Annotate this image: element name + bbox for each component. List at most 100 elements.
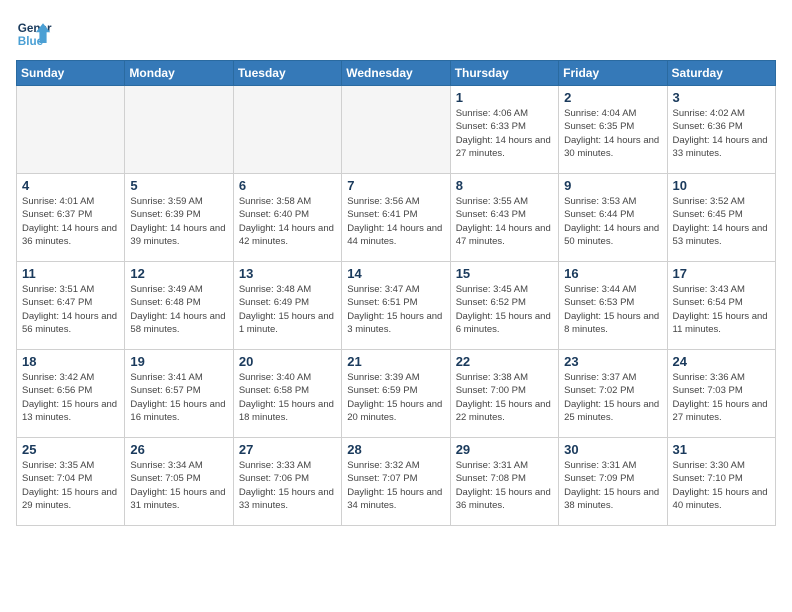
day-info: Sunrise: 3:35 AM Sunset: 7:04 PM Dayligh…: [22, 459, 119, 512]
day-info: Sunrise: 3:52 AM Sunset: 6:45 PM Dayligh…: [673, 195, 770, 248]
day-number: 14: [347, 266, 444, 281]
calendar-cell: 1 Sunrise: 4:06 AM Sunset: 6:33 PM Dayli…: [450, 86, 558, 174]
day-number: 7: [347, 178, 444, 193]
day-info: Sunrise: 3:32 AM Sunset: 7:07 PM Dayligh…: [347, 459, 444, 512]
weekday-header-saturday: Saturday: [667, 61, 775, 86]
day-number: 5: [130, 178, 227, 193]
day-info: Sunrise: 3:37 AM Sunset: 7:02 PM Dayligh…: [564, 371, 661, 424]
day-number: 3: [673, 90, 770, 105]
calendar-cell: 12 Sunrise: 3:49 AM Sunset: 6:48 PM Dayl…: [125, 262, 233, 350]
calendar-cell: 14 Sunrise: 3:47 AM Sunset: 6:51 PM Dayl…: [342, 262, 450, 350]
day-info: Sunrise: 4:06 AM Sunset: 6:33 PM Dayligh…: [456, 107, 553, 160]
day-info: Sunrise: 3:45 AM Sunset: 6:52 PM Dayligh…: [456, 283, 553, 336]
day-info: Sunrise: 3:41 AM Sunset: 6:57 PM Dayligh…: [130, 371, 227, 424]
weekday-header-thursday: Thursday: [450, 61, 558, 86]
weekday-header-sunday: Sunday: [17, 61, 125, 86]
day-info: Sunrise: 3:47 AM Sunset: 6:51 PM Dayligh…: [347, 283, 444, 336]
weekday-header-friday: Friday: [559, 61, 667, 86]
day-number: 20: [239, 354, 336, 369]
calendar-cell: 5 Sunrise: 3:59 AM Sunset: 6:39 PM Dayli…: [125, 174, 233, 262]
calendar-cell: 9 Sunrise: 3:53 AM Sunset: 6:44 PM Dayli…: [559, 174, 667, 262]
calendar-cell: [342, 86, 450, 174]
day-number: 17: [673, 266, 770, 281]
calendar-cell: 8 Sunrise: 3:55 AM Sunset: 6:43 PM Dayli…: [450, 174, 558, 262]
day-number: 28: [347, 442, 444, 457]
day-info: Sunrise: 3:44 AM Sunset: 6:53 PM Dayligh…: [564, 283, 661, 336]
day-info: Sunrise: 3:31 AM Sunset: 7:08 PM Dayligh…: [456, 459, 553, 512]
day-number: 30: [564, 442, 661, 457]
day-number: 26: [130, 442, 227, 457]
calendar-cell: [125, 86, 233, 174]
day-info: Sunrise: 3:43 AM Sunset: 6:54 PM Dayligh…: [673, 283, 770, 336]
day-info: Sunrise: 4:02 AM Sunset: 6:36 PM Dayligh…: [673, 107, 770, 160]
day-info: Sunrise: 3:56 AM Sunset: 6:41 PM Dayligh…: [347, 195, 444, 248]
calendar-cell: 13 Sunrise: 3:48 AM Sunset: 6:49 PM Dayl…: [233, 262, 341, 350]
calendar-cell: 21 Sunrise: 3:39 AM Sunset: 6:59 PM Dayl…: [342, 350, 450, 438]
day-info: Sunrise: 3:33 AM Sunset: 7:06 PM Dayligh…: [239, 459, 336, 512]
day-number: 11: [22, 266, 119, 281]
calendar-cell: 23 Sunrise: 3:37 AM Sunset: 7:02 PM Dayl…: [559, 350, 667, 438]
day-number: 21: [347, 354, 444, 369]
calendar-week-5: 25 Sunrise: 3:35 AM Sunset: 7:04 PM Dayl…: [17, 438, 776, 526]
day-info: Sunrise: 3:30 AM Sunset: 7:10 PM Dayligh…: [673, 459, 770, 512]
calendar-cell: 15 Sunrise: 3:45 AM Sunset: 6:52 PM Dayl…: [450, 262, 558, 350]
calendar-cell: 16 Sunrise: 3:44 AM Sunset: 6:53 PM Dayl…: [559, 262, 667, 350]
day-info: Sunrise: 3:58 AM Sunset: 6:40 PM Dayligh…: [239, 195, 336, 248]
day-info: Sunrise: 3:42 AM Sunset: 6:56 PM Dayligh…: [22, 371, 119, 424]
calendar-week-4: 18 Sunrise: 3:42 AM Sunset: 6:56 PM Dayl…: [17, 350, 776, 438]
calendar-cell: 19 Sunrise: 3:41 AM Sunset: 6:57 PM Dayl…: [125, 350, 233, 438]
day-info: Sunrise: 3:48 AM Sunset: 6:49 PM Dayligh…: [239, 283, 336, 336]
day-info: Sunrise: 3:31 AM Sunset: 7:09 PM Dayligh…: [564, 459, 661, 512]
calendar-cell: 6 Sunrise: 3:58 AM Sunset: 6:40 PM Dayli…: [233, 174, 341, 262]
logo-icon: General Blue: [16, 16, 52, 52]
day-number: 12: [130, 266, 227, 281]
day-info: Sunrise: 3:36 AM Sunset: 7:03 PM Dayligh…: [673, 371, 770, 424]
weekday-header-monday: Monday: [125, 61, 233, 86]
calendar-cell: 3 Sunrise: 4:02 AM Sunset: 6:36 PM Dayli…: [667, 86, 775, 174]
page-header: General Blue: [16, 16, 776, 52]
calendar-week-3: 11 Sunrise: 3:51 AM Sunset: 6:47 PM Dayl…: [17, 262, 776, 350]
calendar-cell: 11 Sunrise: 3:51 AM Sunset: 6:47 PM Dayl…: [17, 262, 125, 350]
calendar-cell: 22 Sunrise: 3:38 AM Sunset: 7:00 PM Dayl…: [450, 350, 558, 438]
day-number: 27: [239, 442, 336, 457]
calendar-week-1: 1 Sunrise: 4:06 AM Sunset: 6:33 PM Dayli…: [17, 86, 776, 174]
day-number: 4: [22, 178, 119, 193]
calendar-cell: 7 Sunrise: 3:56 AM Sunset: 6:41 PM Dayli…: [342, 174, 450, 262]
day-number: 10: [673, 178, 770, 193]
calendar-cell: 29 Sunrise: 3:31 AM Sunset: 7:08 PM Dayl…: [450, 438, 558, 526]
calendar-cell: 25 Sunrise: 3:35 AM Sunset: 7:04 PM Dayl…: [17, 438, 125, 526]
calendar-week-2: 4 Sunrise: 4:01 AM Sunset: 6:37 PM Dayli…: [17, 174, 776, 262]
calendar-cell: 28 Sunrise: 3:32 AM Sunset: 7:07 PM Dayl…: [342, 438, 450, 526]
day-number: 13: [239, 266, 336, 281]
calendar-cell: 31 Sunrise: 3:30 AM Sunset: 7:10 PM Dayl…: [667, 438, 775, 526]
day-info: Sunrise: 3:34 AM Sunset: 7:05 PM Dayligh…: [130, 459, 227, 512]
day-number: 1: [456, 90, 553, 105]
calendar-cell: [17, 86, 125, 174]
day-number: 2: [564, 90, 661, 105]
calendar-cell: 24 Sunrise: 3:36 AM Sunset: 7:03 PM Dayl…: [667, 350, 775, 438]
day-number: 24: [673, 354, 770, 369]
logo: General Blue: [16, 16, 52, 52]
day-info: Sunrise: 4:04 AM Sunset: 6:35 PM Dayligh…: [564, 107, 661, 160]
day-info: Sunrise: 3:39 AM Sunset: 6:59 PM Dayligh…: [347, 371, 444, 424]
calendar-cell: 27 Sunrise: 3:33 AM Sunset: 7:06 PM Dayl…: [233, 438, 341, 526]
day-number: 29: [456, 442, 553, 457]
day-number: 9: [564, 178, 661, 193]
calendar-cell: 2 Sunrise: 4:04 AM Sunset: 6:35 PM Dayli…: [559, 86, 667, 174]
calendar-cell: 18 Sunrise: 3:42 AM Sunset: 6:56 PM Dayl…: [17, 350, 125, 438]
calendar-cell: 17 Sunrise: 3:43 AM Sunset: 6:54 PM Dayl…: [667, 262, 775, 350]
day-info: Sunrise: 3:38 AM Sunset: 7:00 PM Dayligh…: [456, 371, 553, 424]
day-info: Sunrise: 3:51 AM Sunset: 6:47 PM Dayligh…: [22, 283, 119, 336]
calendar-cell: [233, 86, 341, 174]
day-number: 18: [22, 354, 119, 369]
calendar-cell: 30 Sunrise: 3:31 AM Sunset: 7:09 PM Dayl…: [559, 438, 667, 526]
day-info: Sunrise: 4:01 AM Sunset: 6:37 PM Dayligh…: [22, 195, 119, 248]
day-info: Sunrise: 3:40 AM Sunset: 6:58 PM Dayligh…: [239, 371, 336, 424]
calendar-cell: 4 Sunrise: 4:01 AM Sunset: 6:37 PM Dayli…: [17, 174, 125, 262]
weekday-header-tuesday: Tuesday: [233, 61, 341, 86]
day-number: 6: [239, 178, 336, 193]
calendar-cell: 26 Sunrise: 3:34 AM Sunset: 7:05 PM Dayl…: [125, 438, 233, 526]
day-number: 8: [456, 178, 553, 193]
day-number: 19: [130, 354, 227, 369]
calendar-cell: 20 Sunrise: 3:40 AM Sunset: 6:58 PM Dayl…: [233, 350, 341, 438]
